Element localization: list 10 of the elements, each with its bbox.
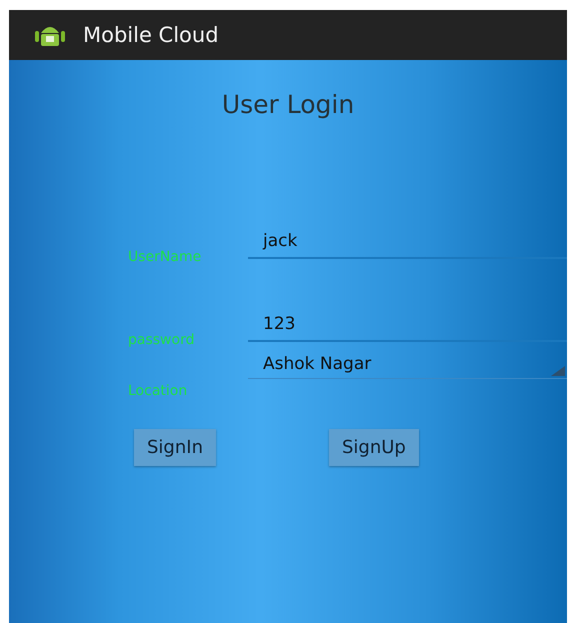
field-label: password [127, 332, 196, 348]
page-heading: User Login [220, 90, 356, 119]
app-title: Mobile Cloud [83, 23, 219, 47]
input-field[interactable]: jack [248, 231, 567, 259]
dropdown-field[interactable]: Ashok Nagar [248, 354, 567, 379]
input-field[interactable]: 123 [248, 314, 567, 342]
action-button[interactable]: SignIn [134, 429, 216, 466]
action-button[interactable]: SignUp [328, 429, 419, 466]
field-label: UserName [127, 249, 202, 265]
field-label: Location [127, 383, 188, 399]
